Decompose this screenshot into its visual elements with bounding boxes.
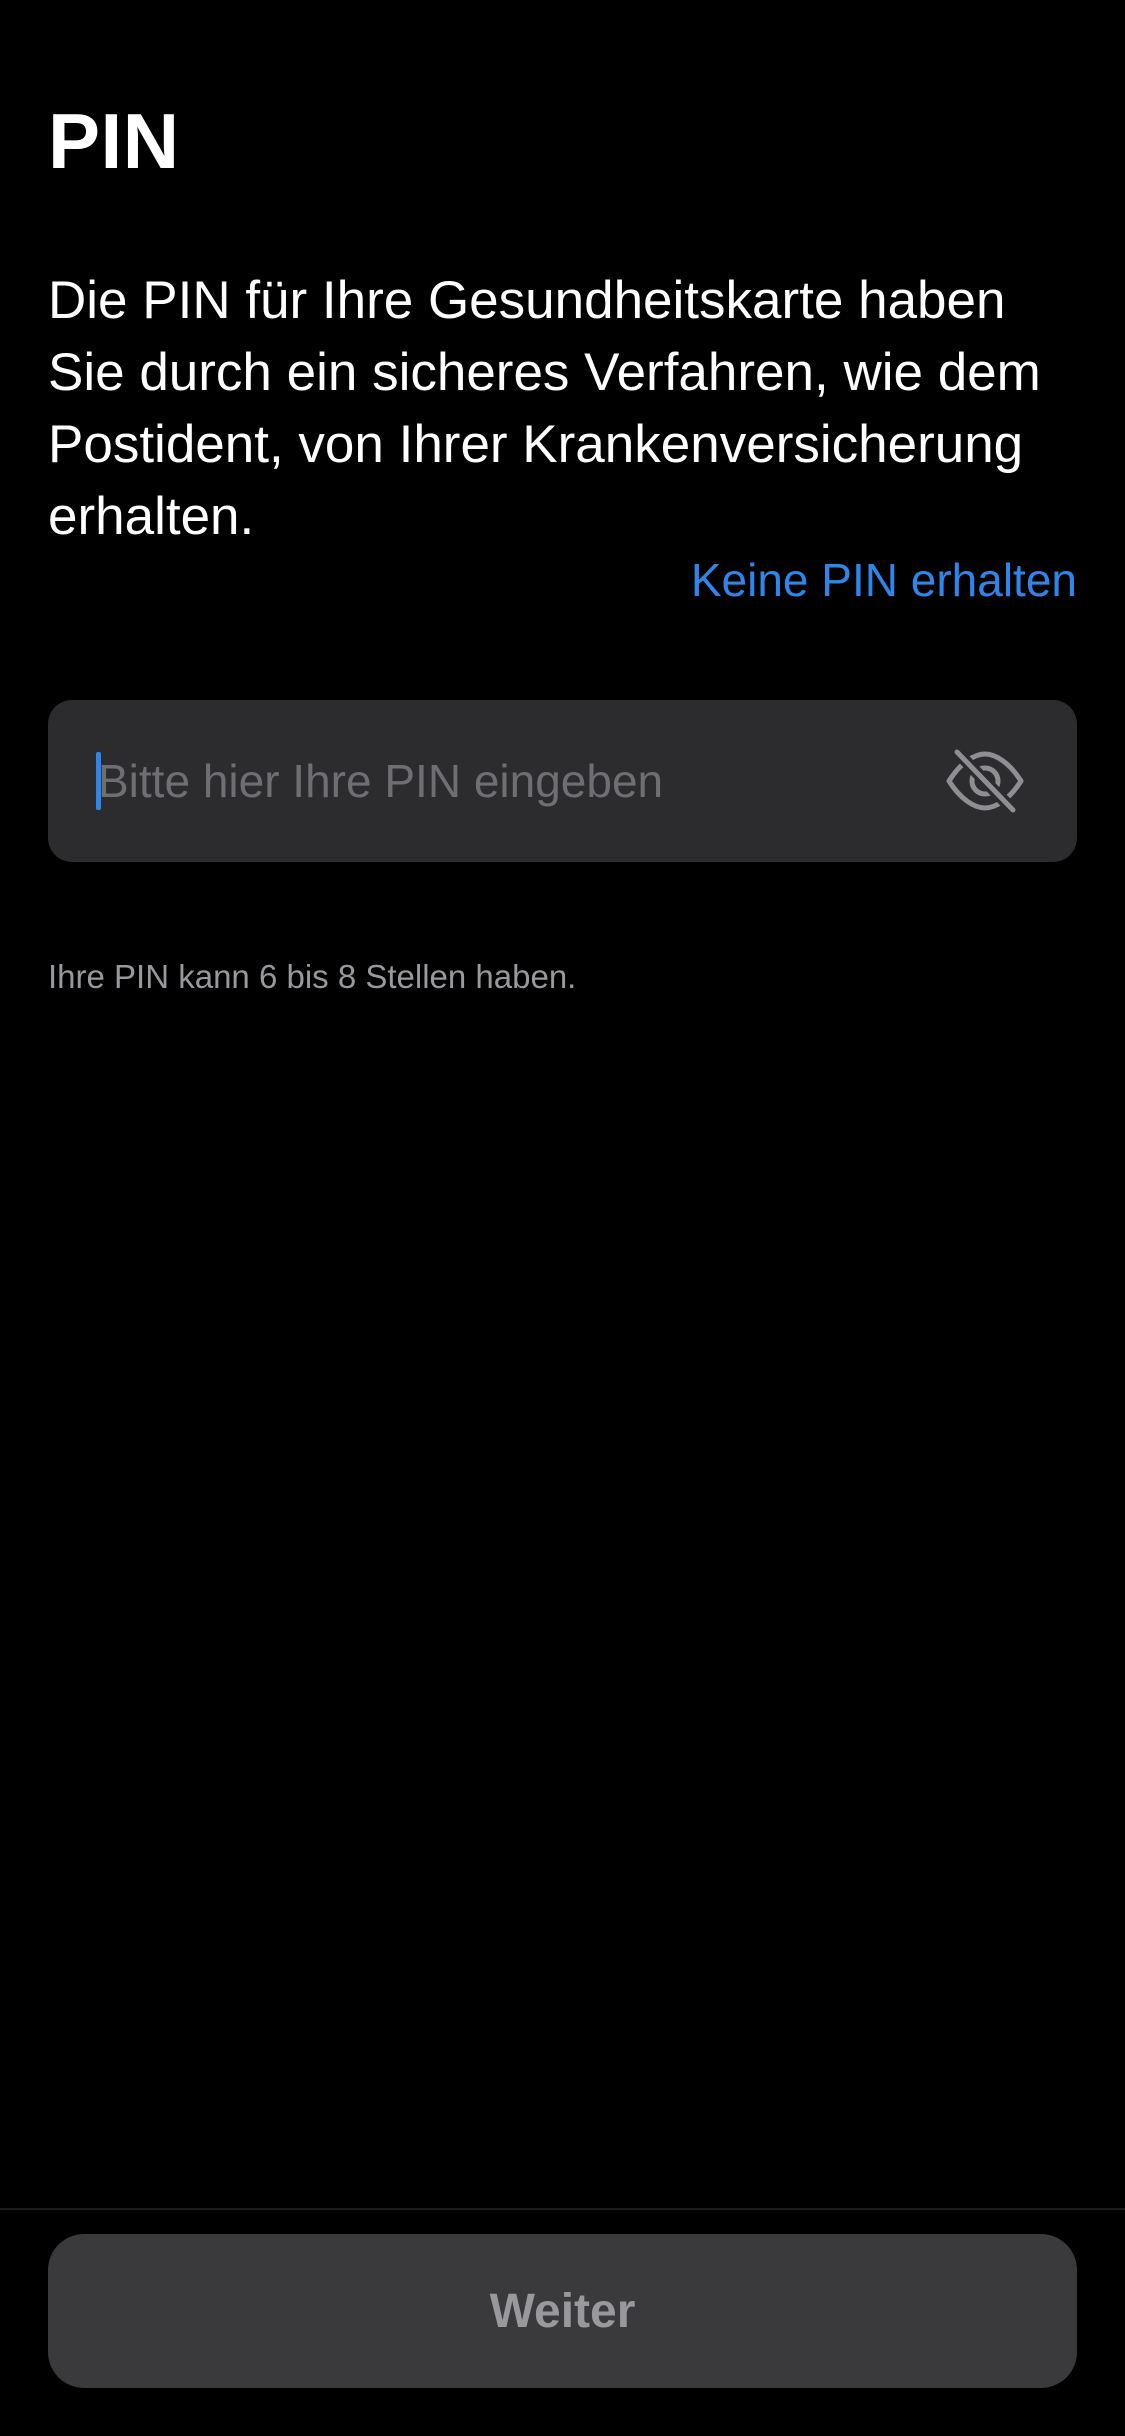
pin-field[interactable] — [48, 700, 1077, 862]
pin-description: Die PIN für Ihre Gesundheitskarte haben … — [48, 271, 1041, 546]
continue-button[interactable]: Weiter — [48, 2234, 1077, 2388]
pin-length-hint: Ihre PIN kann 6 bis 8 Stellen haben. — [48, 958, 577, 995]
page-title: PIN — [48, 97, 180, 186]
no-pin-received-link[interactable]: Keine PIN erhalten — [691, 552, 1077, 608]
pin-input[interactable] — [98, 700, 948, 862]
footer-divider — [0, 2208, 1125, 2210]
eye-slash-icon — [946, 748, 1024, 814]
pin-entry-screen: PIN Die PIN für Ihre Gesundheitskarte ha… — [0, 0, 1125, 2436]
toggle-visibility-button[interactable] — [945, 748, 1025, 814]
